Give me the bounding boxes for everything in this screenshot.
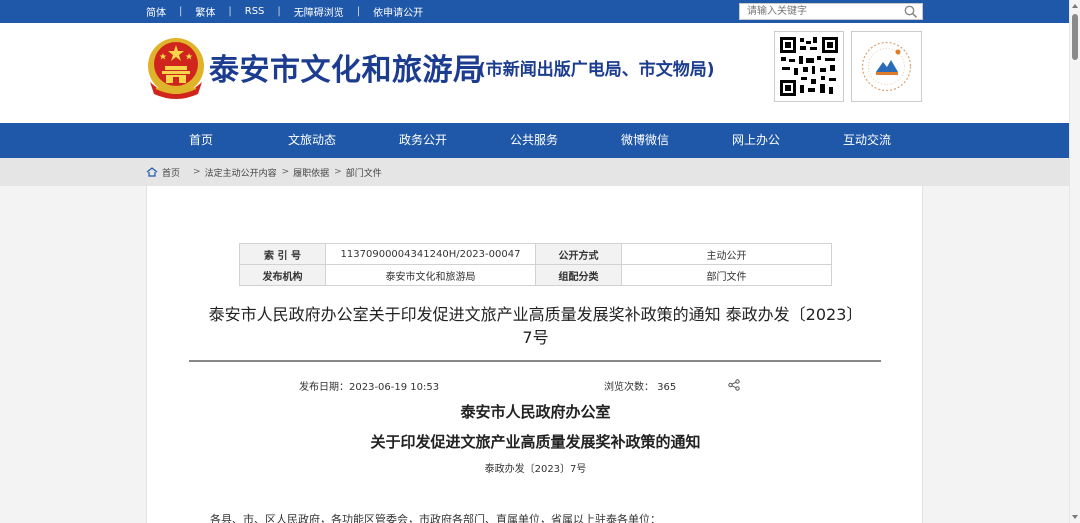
- breadcrumb-separator: >: [281, 167, 290, 177]
- scrollbar-thumb[interactable]: [1072, 14, 1078, 60]
- divider: |: [179, 6, 183, 17]
- breadcrumb-item-basis[interactable]: 履职依据: [293, 166, 329, 179]
- breadcrumb-separator: >: [334, 167, 342, 177]
- national-emblem-logo[interactable]: [146, 36, 206, 102]
- nav-online-office[interactable]: 网上办公: [732, 123, 780, 158]
- top-links: 简体 | 繁体 | RSS | 无障碍浏览 | 依申请公开: [146, 0, 423, 23]
- issuer-value: 泰安市文化和旅游局: [325, 264, 536, 286]
- document-title: 泰安市人民政府办公室关于印发促进文旅产业高质量发展奖补政策的通知 泰政办发〔20…: [208, 305, 863, 347]
- publish-date: 发布日期：2023-06-19 10:53: [299, 382, 440, 393]
- qr-code-image: [774, 31, 844, 102]
- document-heading-line-2: 关于印发促进文旅产业高质量发展奖补政策的通知: [370, 433, 701, 451]
- search-icon[interactable]: [904, 5, 918, 18]
- title-divider: [189, 360, 881, 362]
- wechat-logo-image: [851, 31, 922, 102]
- breadcrumb-separator: >: [193, 167, 201, 177]
- divider: |: [277, 6, 281, 17]
- breadcrumb-home[interactable]: 首页: [162, 166, 180, 179]
- document-meta-table: 索 引 号 11370900004341240H/2023-00047 公开方式…: [239, 243, 832, 286]
- nav-home[interactable]: 首页: [189, 123, 213, 158]
- site-subtitle: (市新闻出版广电局、市文物局): [478, 60, 715, 80]
- nav-public-services[interactable]: 公共服务: [510, 123, 558, 158]
- search-box: [739, 3, 923, 20]
- top-bar: 简体 | 繁体 | RSS | 无障碍浏览 | 依申请公开: [0, 0, 1069, 23]
- breadcrumb: 首页 > 法定主动公开内容 > 履职依据 > 部门文件: [0, 158, 1069, 186]
- nav-gov-affairs[interactable]: 政务公开: [399, 123, 447, 158]
- scroll-up-arrow-icon[interactable]: [1072, 4, 1078, 8]
- share-icon[interactable]: [728, 379, 740, 391]
- main-nav: 首页 文旅动态 政务公开 公共服务 微博微信 网上办公 互动交流: [0, 123, 1069, 158]
- table-row: 发布机构 泰安市文化和旅游局 组配分类 部门文件: [239, 264, 832, 286]
- document-number: 泰政办发〔2023〕7号: [484, 464, 587, 475]
- disclosure-mode-value: 主动公开: [621, 243, 832, 265]
- document-addressee: 各县、市、区人民政府，各功能区管委会，市政府各部门、直属单位，省属以上驻泰各单位…: [210, 513, 661, 523]
- nav-weibo-wechat[interactable]: 微博微信: [621, 123, 669, 158]
- content-panel: 索 引 号 11370900004341240H/2023-00047 公开方式…: [146, 186, 923, 523]
- table-row: 索 引 号 11370900004341240H/2023-00047 公开方式…: [239, 243, 832, 265]
- qr-code-icon: [780, 37, 838, 96]
- document-heading-line-1: 泰安市人民政府办公室: [460, 403, 611, 421]
- category-value: 部门文件: [621, 264, 832, 286]
- home-icon: [146, 167, 158, 177]
- index-label: 索 引 号: [239, 243, 326, 265]
- divider: |: [356, 6, 361, 17]
- scroll-down-arrow-icon[interactable]: [1072, 515, 1078, 519]
- link-accessibility[interactable]: 无障碍浏览: [294, 4, 344, 19]
- index-value: 11370900004341240H/2023-00047: [325, 243, 536, 265]
- nav-interaction[interactable]: 互动交流: [843, 123, 891, 158]
- link-traditional[interactable]: 繁体: [195, 4, 215, 19]
- disclosure-mode-label: 公开方式: [535, 243, 622, 265]
- page-scrollbar[interactable]: [1069, 0, 1080, 523]
- issuer-label: 发布机构: [239, 264, 326, 286]
- nav-news[interactable]: 文旅动态: [288, 123, 336, 158]
- tourism-logo-icon: [861, 41, 912, 92]
- site-title: 泰安市文化和旅游局: [209, 53, 484, 88]
- breadcrumb-item-disclosure[interactable]: 法定主动公开内容: [205, 166, 277, 179]
- category-label: 组配分类: [535, 264, 622, 286]
- breadcrumb-item-dept-docs[interactable]: 部门文件: [346, 166, 382, 179]
- search-input[interactable]: [740, 4, 900, 19]
- divider: |: [228, 6, 232, 17]
- link-rss[interactable]: RSS: [245, 6, 265, 17]
- view-count: 浏览次数： 365: [604, 382, 677, 393]
- link-apply-disclosure[interactable]: 依申请公开: [373, 4, 423, 19]
- link-simplified[interactable]: 简体: [146, 4, 166, 19]
- site-header: 泰安市文化和旅游局 (市新闻出版广电局、市文物局): [0, 23, 1069, 123]
